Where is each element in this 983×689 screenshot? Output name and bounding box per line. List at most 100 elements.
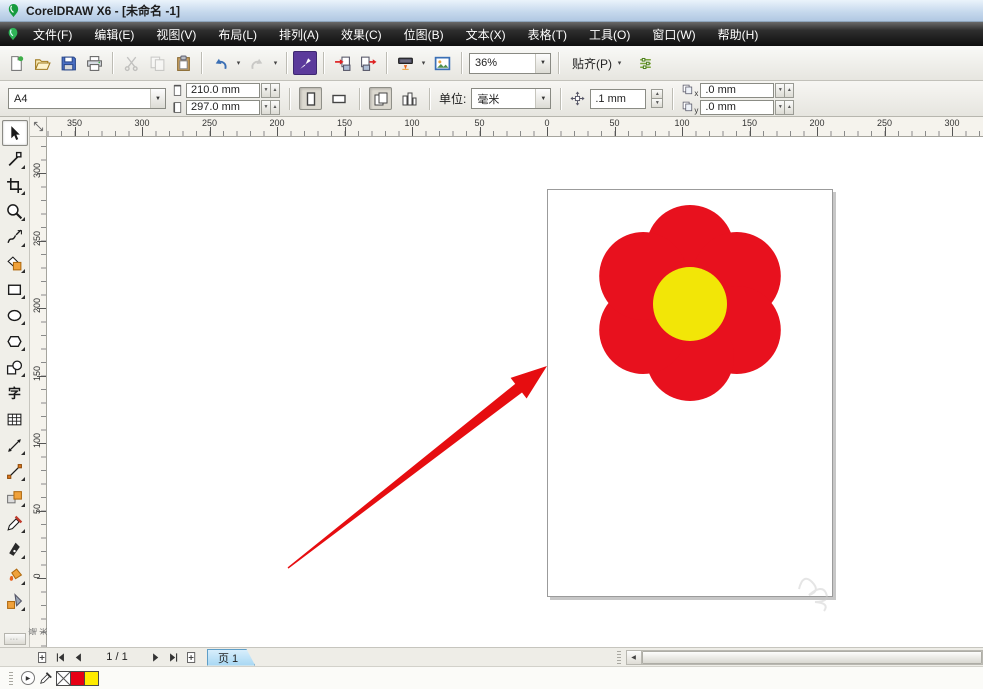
text-tool-glyph: 字 bbox=[7, 385, 21, 401]
menu-file[interactable]: 文件(F) bbox=[22, 23, 83, 46]
smart-fill-tool[interactable] bbox=[2, 250, 28, 276]
import-button[interactable] bbox=[330, 51, 354, 75]
duplicate-y-field[interactable]: .0 mm bbox=[700, 99, 775, 115]
landscape-orientation-button[interactable] bbox=[327, 87, 350, 110]
welcome-screen-button[interactable] bbox=[430, 51, 454, 75]
outline-pen-tool[interactable] bbox=[2, 536, 28, 562]
chevron-down-icon[interactable]: ▾ bbox=[419, 59, 428, 67]
palette-flyout-button[interactable]: ▶ bbox=[21, 671, 35, 685]
add-page-before-button[interactable] bbox=[34, 649, 51, 665]
previous-page-button[interactable] bbox=[70, 649, 87, 665]
options-button[interactable] bbox=[633, 51, 657, 75]
menu-tools[interactable]: 工具(O) bbox=[578, 23, 641, 46]
interactive-fill-tool[interactable] bbox=[2, 588, 28, 614]
menu-help[interactable]: 帮助(H) bbox=[707, 23, 770, 46]
cut-button[interactable] bbox=[119, 51, 143, 75]
coreldraw-window: CorelDRAW X6 - [未命名 -1] 文件(F) 编辑(E) 视图(V) 布… bbox=[0, 0, 983, 689]
h-ruler-major-tick bbox=[817, 127, 818, 136]
rectangle-tool[interactable] bbox=[2, 276, 28, 302]
snap-to-dropdown[interactable]: 贴齐(P) ▾ bbox=[566, 51, 630, 76]
connector-tool[interactable] bbox=[2, 458, 28, 484]
scroll-left-icon[interactable]: ◀ bbox=[626, 650, 642, 664]
pick-tool[interactable] bbox=[1, 120, 28, 146]
first-page-button[interactable] bbox=[52, 649, 69, 665]
undo-button[interactable] bbox=[208, 51, 232, 75]
table-tool[interactable] bbox=[2, 406, 28, 432]
duplicate-y-sub: y bbox=[694, 105, 699, 115]
shape-tool[interactable] bbox=[2, 146, 28, 172]
toolbar-separator bbox=[323, 52, 324, 74]
chevron-down-icon[interactable]: ▾ bbox=[234, 59, 243, 67]
scrollbar-thumb[interactable] bbox=[641, 650, 982, 664]
h-ruler-major-tick bbox=[479, 127, 481, 136]
copy-button[interactable] bbox=[145, 51, 169, 75]
redo-button[interactable] bbox=[245, 51, 269, 75]
zoom-level-combo[interactable]: 36% ▼ bbox=[469, 52, 551, 74]
chevron-down-icon[interactable]: ▼ bbox=[535, 53, 550, 73]
spin-down-icon[interactable]: ▼ bbox=[651, 97, 664, 108]
title-bar: CorelDRAW X6 - [未命名 -1] bbox=[0, 0, 983, 22]
fill-tool[interactable] bbox=[2, 562, 28, 588]
units-combo[interactable]: 毫米 ▼ bbox=[471, 88, 552, 109]
drawing-canvas[interactable] bbox=[47, 137, 983, 647]
add-page-after-button[interactable] bbox=[183, 649, 200, 665]
text-tool[interactable]: 字 bbox=[2, 380, 28, 406]
red-swatch[interactable] bbox=[70, 670, 85, 686]
basic-shapes-tool[interactable] bbox=[2, 354, 28, 380]
ellipse-tool[interactable] bbox=[2, 302, 28, 328]
chevron-down-icon[interactable]: ▾ bbox=[271, 59, 280, 67]
menu-effects[interactable]: 效果(C) bbox=[330, 23, 393, 46]
paper-height-field[interactable]: 297.0 mm bbox=[186, 99, 260, 115]
flower-center[interactable] bbox=[653, 267, 727, 341]
v-ruler-label: 100 bbox=[32, 432, 42, 448]
yellow-swatch[interactable] bbox=[84, 670, 99, 686]
save-button[interactable] bbox=[56, 51, 80, 75]
menu-view[interactable]: 视图(V) bbox=[145, 23, 207, 46]
palette-eyedropper-icon[interactable] bbox=[39, 671, 53, 685]
menu-layout[interactable]: 布局(L) bbox=[207, 23, 268, 46]
spin-up-icon[interactable]: ▲ bbox=[784, 99, 795, 115]
search-content-button[interactable] bbox=[293, 51, 317, 75]
crop-tool[interactable] bbox=[2, 172, 28, 198]
horizontal-scrollbar[interactable]: ◀ bbox=[625, 649, 983, 665]
menu-arrange[interactable]: 排列(A) bbox=[268, 23, 330, 46]
print-button[interactable] bbox=[82, 51, 106, 75]
menu-window[interactable]: 窗口(W) bbox=[641, 23, 706, 46]
spin-up-icon[interactable]: ▲ bbox=[270, 82, 280, 98]
open-button[interactable] bbox=[30, 51, 54, 75]
menu-table[interactable]: 表格(T) bbox=[517, 23, 578, 46]
new-document-button[interactable] bbox=[4, 51, 28, 75]
toolbox-scroll-button[interactable]: ∙∙∙ bbox=[3, 633, 26, 645]
spin-up-icon[interactable]: ▲ bbox=[270, 99, 280, 115]
application-launcher-button[interactable] bbox=[393, 51, 417, 75]
chevron-down-icon[interactable]: ▼ bbox=[150, 89, 165, 108]
last-page-button[interactable] bbox=[165, 649, 182, 665]
color-eyedropper-tool[interactable] bbox=[2, 510, 28, 536]
palette-grip[interactable] bbox=[9, 671, 13, 685]
blend-tool[interactable] bbox=[2, 484, 28, 510]
dimension-tool[interactable] bbox=[2, 432, 28, 458]
drawing-page[interactable] bbox=[547, 189, 833, 597]
page-tab[interactable]: 页 1 bbox=[207, 649, 255, 666]
export-button[interactable] bbox=[356, 51, 380, 75]
spin-up-icon[interactable]: ▲ bbox=[784, 82, 795, 98]
paper-size-combo[interactable]: A4 ▼ bbox=[8, 88, 166, 109]
zoom-tool[interactable] bbox=[2, 198, 28, 224]
scrollbar-grip[interactable] bbox=[616, 650, 621, 664]
menu-text[interactable]: 文本(X) bbox=[455, 23, 517, 46]
duplicate-x-field[interactable]: .0 mm bbox=[700, 82, 775, 98]
ruler-origin-button[interactable] bbox=[30, 117, 47, 137]
paper-width-field[interactable]: 210.0 mm bbox=[186, 82, 260, 98]
menu-edit[interactable]: 编辑(E) bbox=[83, 23, 145, 46]
polygon-tool[interactable] bbox=[2, 328, 28, 354]
portrait-orientation-button[interactable] bbox=[299, 87, 322, 110]
freehand-tool[interactable] bbox=[2, 224, 28, 250]
no-color-swatch[interactable] bbox=[56, 670, 71, 686]
next-page-button[interactable] bbox=[147, 649, 164, 665]
nudge-distance-field[interactable]: .1 mm bbox=[590, 88, 647, 109]
all-pages-button[interactable] bbox=[369, 87, 392, 110]
current-page-button[interactable] bbox=[397, 87, 420, 110]
menu-bitmaps[interactable]: 位图(B) bbox=[393, 23, 455, 46]
paste-button[interactable] bbox=[171, 51, 195, 75]
chevron-down-icon[interactable]: ▼ bbox=[535, 89, 551, 108]
